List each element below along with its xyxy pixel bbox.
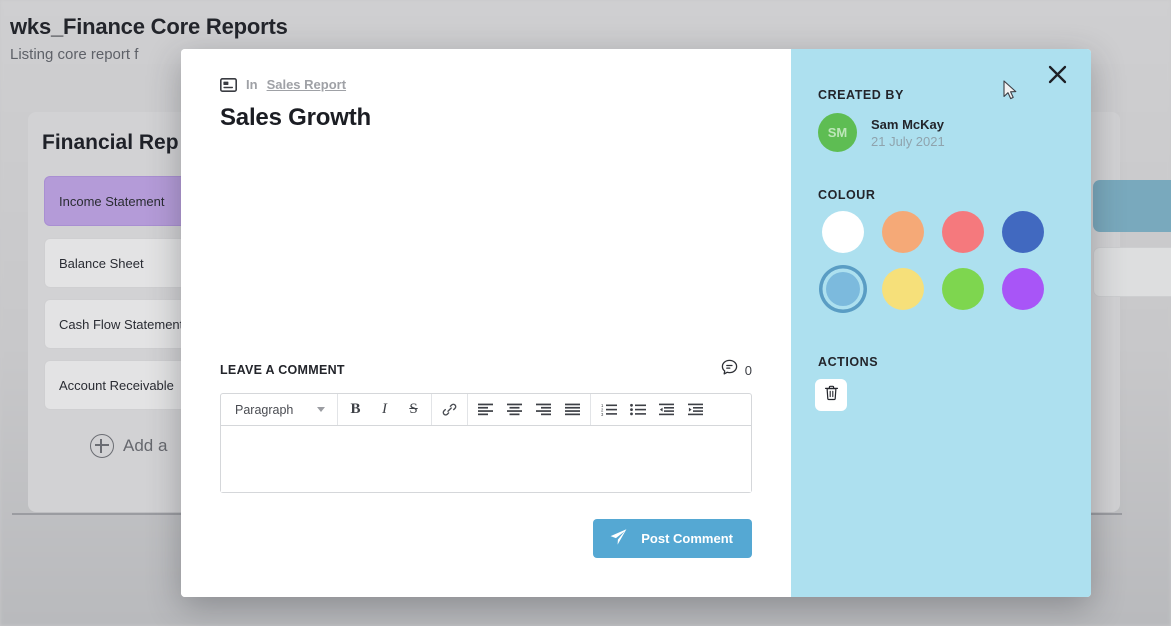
post-comment-row: Post Comment [220,519,752,558]
svg-text:3: 3 [601,412,604,416]
leave-a-comment-label: LEAVE A COMMENT [220,363,345,377]
indent-button[interactable] [681,395,710,424]
toolbar-group-format: B I S [338,394,432,425]
unordered-list-button[interactable] [623,395,652,424]
delete-card-button[interactable] [815,379,847,411]
swatch-orange[interactable] [875,210,931,254]
breadcrumb: In Sales Report [220,77,346,92]
swatch-dot [826,272,860,306]
bold-button[interactable]: B [341,395,370,424]
editor-toolbar: Paragraph B I S 1 2 3 [221,394,751,426]
toolbar-group-link [432,394,468,425]
card-detail-modal: In Sales Report Sales Growth LEAVE A COM… [181,49,1091,597]
swatch-dot [1002,268,1044,310]
bg-list-item-label: Cash Flow Statement [59,316,184,332]
link-icon [442,402,457,417]
unordered-list-icon [629,403,646,416]
add-card-label: Add a [123,436,168,455]
plus-circle-icon [90,434,114,458]
swatch-light-blue[interactable] [815,267,871,311]
swatch-dot [1002,211,1044,253]
paragraph-style-select[interactable]: Paragraph [224,394,334,425]
italic-button[interactable]: I [370,395,399,424]
link-button[interactable] [435,395,464,424]
swatch-blue[interactable] [995,210,1051,254]
swatch-dot [942,211,984,253]
swatch-dot [822,211,864,253]
author-date: 21 July 2021 [871,133,945,149]
comment-input[interactable] [221,426,751,492]
strikethrough-button[interactable]: S [399,395,428,424]
colour-label: COLOUR [818,188,876,202]
bg-right-card-blue[interactable] [1093,180,1171,232]
comment-header: LEAVE A COMMENT 0 [220,359,752,381]
comment-count-group: 0 [721,359,752,381]
swatch-dot [882,268,924,310]
toolbar-group-align [468,394,591,425]
author-name: Sam McKay [871,116,944,132]
trash-icon [824,385,839,406]
send-paper-plane-icon [609,528,628,549]
swatch-yellow[interactable] [875,267,931,311]
bg-list-item-label: Balance Sheet [59,255,144,271]
background-card-title: Financial Rep [42,131,179,154]
bg-list-item-label: Account Receivable [59,377,174,393]
created-by-label: CREATED BY [818,88,904,102]
align-center-icon [507,403,522,416]
indent-icon [688,403,703,416]
close-icon[interactable] [1042,59,1072,89]
swatch-dot [942,268,984,310]
modal-side-panel: CREATED BY SM Sam McKay 21 July 2021 COL… [791,49,1091,597]
align-justify-button[interactable] [558,395,587,424]
outdent-button[interactable] [652,395,681,424]
swatch-dot [882,211,924,253]
author-info: Sam McKay 21 July 2021 [871,116,945,150]
align-justify-icon [565,403,580,416]
align-left-button[interactable] [471,395,500,424]
breadcrumb-link-sales-report[interactable]: Sales Report [267,77,346,92]
modal-main-panel: In Sales Report Sales Growth LEAVE A COM… [181,49,791,597]
paragraph-style-value: Paragraph [235,402,294,417]
ordered-list-button[interactable]: 1 2 3 [594,395,623,424]
chevron-down-icon [317,407,325,412]
comment-bubble-icon [721,359,738,381]
align-right-icon [536,403,551,416]
post-comment-button[interactable]: Post Comment [593,519,752,558]
align-right-button[interactable] [529,395,558,424]
comment-count: 0 [744,362,752,378]
breadcrumb-prefix: In [246,77,258,92]
avatar: SM [818,113,857,152]
page-title: wks_Finance Core Reports [10,14,288,39]
actions-label: ACTIONS [818,355,879,369]
card-title: Sales Growth [220,104,371,131]
toolbar-group-list: 1 2 3 [591,394,713,425]
colour-swatch-grid [815,210,1065,311]
align-left-icon [478,403,493,416]
bg-right-card-plain[interactable] [1093,247,1171,297]
swatch-red[interactable] [935,210,991,254]
comment-section: LEAVE A COMMENT 0 Paragraph B I S 1 2 3 … [220,359,752,558]
bg-list-item-label: Income Statement [59,193,165,209]
ordered-list-icon: 1 2 3 [601,403,617,416]
outdent-icon [659,403,674,416]
add-card-button[interactable]: Add a [90,434,167,458]
author-row: SM Sam McKay 21 July 2021 [818,113,945,152]
comment-editor: Paragraph B I S 1 2 3 [220,393,752,493]
swatch-purple[interactable] [995,267,1051,311]
report-card-icon [220,77,237,92]
swatch-white[interactable] [815,210,871,254]
swatch-green[interactable] [935,267,991,311]
post-comment-label: Post Comment [641,531,733,546]
align-center-button[interactable] [500,395,529,424]
toolbar-group-style: Paragraph [221,394,338,425]
